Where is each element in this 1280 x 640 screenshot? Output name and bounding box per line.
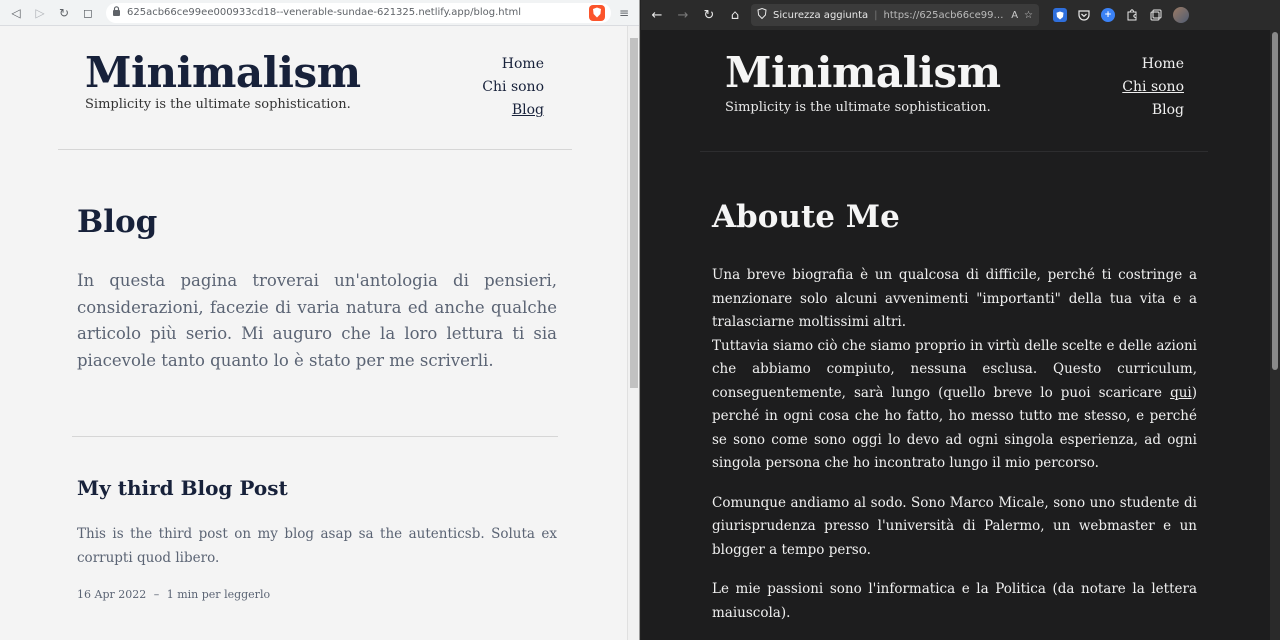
read-aloud-icon[interactable]: A <box>1011 10 1018 21</box>
address-bar[interactable]: Sicurezza aggiunta | https://625acb66ce9… <box>751 4 1039 26</box>
extension-shield-icon[interactable] <box>1053 8 1067 22</box>
post-reading-time: 1 min per leggerlo <box>166 588 271 601</box>
reload-icon[interactable]: ↻ <box>699 5 719 25</box>
brave-shield-icon[interactable] <box>589 4 605 21</box>
collections-icon[interactable] <box>1149 8 1163 22</box>
home-icon[interactable]: ⌂ <box>725 5 745 25</box>
post-date: 16 Apr 2022 <box>77 588 147 601</box>
address-bar[interactable]: 625acb66ce99ee000933cd18--venerable-sund… <box>106 2 611 23</box>
nav-blog-link[interactable]: Blog <box>1122 99 1184 122</box>
bookmark-icon[interactable]: ◻ <box>78 3 98 23</box>
page-title: Aboute Me <box>712 199 900 235</box>
nav-chi-sono-link[interactable]: Chi sono <box>1122 76 1184 99</box>
scrollbar-thumb[interactable] <box>1272 32 1278 370</box>
lock-icon <box>112 6 121 19</box>
back-icon[interactable]: ← <box>647 5 667 25</box>
nav-blog-link[interactable]: Blog <box>482 99 544 122</box>
favorite-star-icon[interactable]: ☆ <box>1024 10 1033 21</box>
post-excerpt: This is the third post on my blog asap s… <box>77 526 557 566</box>
site-brand[interactable]: Minimalism <box>85 48 361 97</box>
extension-plus-icon[interactable]: + <box>1101 8 1115 22</box>
page-title: Blog <box>77 204 158 240</box>
menu-icon[interactable]: ≡ <box>615 6 633 20</box>
forward-icon[interactable]: ▷ <box>30 3 50 23</box>
address-text: https://625acb66ce99ee000... <box>883 9 1006 21</box>
nav-home-link[interactable]: Home <box>1122 53 1184 76</box>
post-meta: 16 Apr 2022 – 1 min per leggerlo <box>77 588 270 601</box>
address-text: 625acb66ce99ee000933cd18--venerable-sund… <box>127 7 522 18</box>
right-browser-window: ← → ↻ ⌂ Sicurezza aggiunta | https://625… <box>641 0 1280 640</box>
nav-chi-sono-link[interactable]: Chi sono <box>482 76 544 99</box>
divider <box>72 436 558 437</box>
site-tagline: Simplicity is the ultimate sophisticatio… <box>85 97 351 112</box>
right-toolbar: ← → ↻ ⌂ Sicurezza aggiunta | https://625… <box>641 0 1280 30</box>
left-browser-window: ◁ ▷ ↻ ◻ 625acb66ce99ee000933cd18--venera… <box>0 0 640 640</box>
cv-download-link[interactable]: qui <box>1170 385 1192 401</box>
reload-icon[interactable]: ↻ <box>54 3 74 23</box>
main-nav: Home Chi sono Blog <box>1122 53 1184 122</box>
security-shield-icon[interactable] <box>757 7 767 22</box>
left-toolbar: ◁ ▷ ↻ ◻ 625acb66ce99ee000933cd18--venera… <box>0 0 639 26</box>
scrollbar[interactable] <box>627 26 639 640</box>
extensions-puzzle-icon[interactable] <box>1125 8 1139 22</box>
back-icon[interactable]: ◁ <box>6 3 26 23</box>
page-intro: In questa pagina troverai un'antologia d… <box>77 271 557 370</box>
security-label[interactable]: Sicurezza aggiunta <box>773 10 868 21</box>
scrollbar[interactable] <box>1270 30 1280 640</box>
post-meta-separator: – <box>153 588 160 601</box>
post-title-link[interactable]: My third Blog Post <box>77 476 288 500</box>
forward-icon[interactable]: → <box>673 5 693 25</box>
site-tagline: Simplicity is the ultimate sophisticatio… <box>725 100 991 115</box>
bio-paragraph-2: Comunque andiamo al sodo. Sono Marco Mic… <box>712 494 1197 558</box>
bio-text: Una breve biografia è un qualcosa di dif… <box>712 267 1197 330</box>
site-header: Minimalism Simplicity is the ultimate so… <box>58 26 572 150</box>
extensions-bar: + <box>1053 7 1189 23</box>
pocket-icon[interactable] <box>1077 8 1091 22</box>
main-nav: Home Chi sono Blog <box>482 53 544 122</box>
nav-home-link[interactable]: Home <box>482 53 544 76</box>
scrollbar-thumb[interactable] <box>630 38 638 388</box>
site-brand[interactable]: Minimalism <box>725 48 1001 97</box>
bio-text: Tuttavia siamo ciò che siamo proprio in … <box>712 337 1197 401</box>
bio-paragraph-3: Le mie passioni sono l'informatica e la … <box>712 581 1197 621</box>
about-content: Una breve biografia è un qualcosa di dif… <box>712 264 1197 640</box>
address-divider: | <box>874 9 878 21</box>
profile-avatar[interactable] <box>1173 7 1189 23</box>
site-header: Minimalism Simplicity is the ultimate so… <box>700 30 1208 152</box>
bio-paragraph-1: Una breve biografia è un qualcosa di dif… <box>712 264 1197 476</box>
